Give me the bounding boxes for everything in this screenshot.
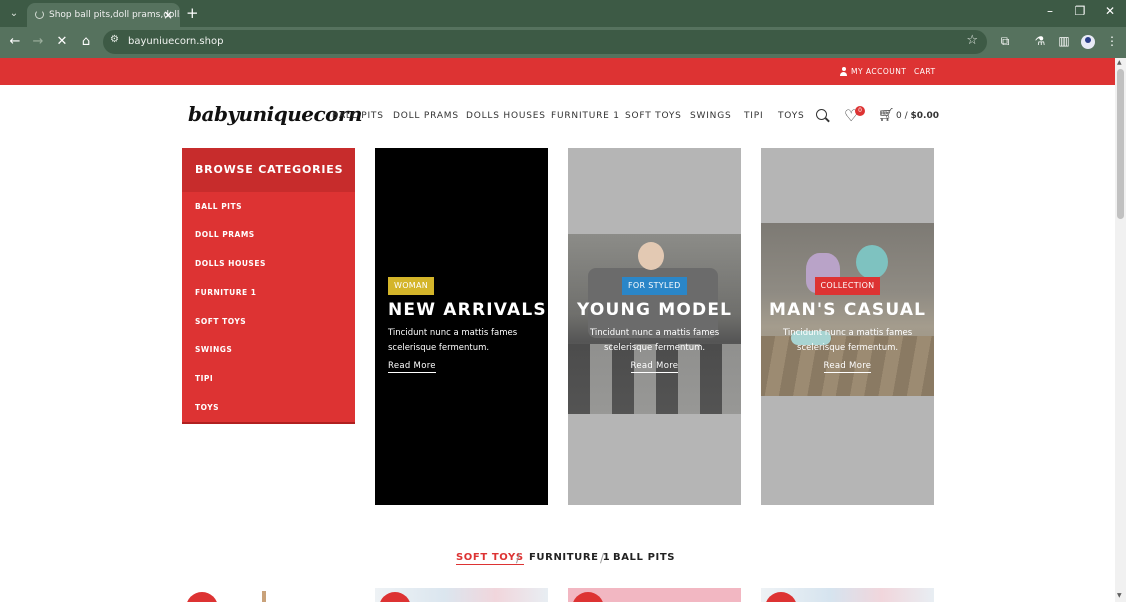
tab-separator: / bbox=[600, 551, 605, 565]
category-item-toys[interactable]: TOYS bbox=[195, 403, 219, 412]
new-tab-icon[interactable]: + bbox=[186, 4, 199, 22]
banner-title: NEW ARRIVALS bbox=[388, 300, 547, 320]
nav-item-doll-prams[interactable]: DOLL PRAMS bbox=[393, 111, 459, 121]
product-card[interactable] bbox=[761, 588, 934, 602]
browse-categories-panel: BROWSE CATEGORIES BALL PITS DOLL PRAMS D… bbox=[182, 148, 355, 424]
tab-title: Shop ball pits,doll prams,dolls h bbox=[49, 10, 180, 20]
scrollbar-thumb[interactable] bbox=[1117, 69, 1124, 219]
cart-summary[interactable]: 0 / $0.00 bbox=[896, 111, 939, 121]
banner-photo bbox=[568, 234, 741, 414]
cart-icon[interactable]: 🛒︎ bbox=[878, 108, 895, 123]
web-page: MY ACCOUNT CART babyuniquecorn BALL PITS… bbox=[0, 58, 1115, 602]
wishlist-count-badge: 0 bbox=[855, 106, 865, 116]
tab-search-icon[interactable]: ⌄ bbox=[6, 6, 22, 22]
sale-badge bbox=[379, 592, 411, 602]
tab-ball-pits[interactable]: BALL PITS bbox=[613, 552, 675, 563]
cart-count: 0 bbox=[896, 111, 902, 121]
banner-description: Tincidunt nunc a mattis fames scelerisqu… bbox=[388, 326, 517, 356]
nav-item-furniture-1[interactable]: FURNITURE 1 bbox=[551, 111, 620, 121]
banner-description: Tincidunt nunc a mattis fames scelerisqu… bbox=[590, 326, 719, 356]
nav-item-dolls-houses[interactable]: DOLLS HOUSES bbox=[466, 111, 546, 121]
banner-new-arrivals[interactable]: WOMAN NEW ARRIVALS Tincidunt nunc a matt… bbox=[375, 148, 548, 505]
banner-young-model[interactable]: FOR STYLED YOUNG MODEL Tincidunt nunc a … bbox=[568, 148, 741, 505]
nav-item-tipi[interactable]: TIPI bbox=[744, 111, 763, 121]
scroll-down-arrow-icon[interactable]: ▼ bbox=[1117, 592, 1122, 599]
tab-furniture-1[interactable]: FURNITURE 1 bbox=[529, 552, 610, 563]
banner-title: YOUNG MODEL bbox=[577, 300, 733, 320]
bookmark-star-icon[interactable]: ☆ bbox=[966, 33, 978, 48]
sale-badge bbox=[186, 592, 218, 602]
address-bar[interactable]: ⚙ bayuniuecorn.shop ☆ bbox=[103, 30, 987, 54]
nav-item-ball-pits[interactable]: BALL PITS bbox=[332, 111, 384, 121]
category-item-dolls-houses[interactable]: DOLLS HOUSES bbox=[195, 259, 266, 268]
banner-mans-casual[interactable]: COLLECTION MAN'S CASUAL Tincidunt nunc a… bbox=[761, 148, 934, 505]
banner-desc-line: Tincidunt nunc a mattis fames bbox=[388, 328, 518, 338]
minimize-icon[interactable]: – bbox=[1040, 4, 1060, 18]
banner-desc-line: scelerisque fermentum. bbox=[388, 343, 490, 353]
banner-title: MAN'S CASUAL bbox=[769, 300, 927, 320]
banner-tag: COLLECTION bbox=[814, 277, 881, 295]
banner-description: Tincidunt nunc a mattis fames scelerisqu… bbox=[783, 326, 912, 356]
search-icon[interactable] bbox=[816, 109, 827, 120]
banner-tag: WOMAN bbox=[388, 277, 435, 295]
browser-tab[interactable]: Shop ball pits,doll prams,dolls h × bbox=[27, 3, 180, 27]
photo-baby bbox=[638, 242, 664, 270]
read-more-link[interactable]: Read More bbox=[630, 361, 679, 373]
browser-tabstrip: ⌄ Shop ball pits,doll prams,dolls h × + … bbox=[0, 0, 1126, 27]
nav-item-soft-toys[interactable]: SOFT TOYS bbox=[625, 111, 682, 121]
extensions-icon[interactable]: ⧉ bbox=[996, 34, 1014, 49]
product-card[interactable] bbox=[568, 588, 741, 602]
forward-icon[interactable]: → bbox=[28, 32, 48, 52]
sale-badge bbox=[572, 592, 604, 602]
back-icon[interactable]: ← bbox=[5, 32, 25, 52]
cart-total: $0.00 bbox=[910, 111, 939, 121]
category-item-ball-pits[interactable]: BALL PITS bbox=[195, 202, 242, 211]
category-item-doll-prams[interactable]: DOLL PRAMS bbox=[195, 230, 255, 239]
category-item-tipi[interactable]: TIPI bbox=[195, 374, 213, 383]
category-item-swings[interactable]: SWINGS bbox=[195, 345, 232, 354]
site-info-icon[interactable]: ⚙ bbox=[110, 34, 119, 45]
nav-item-toys[interactable]: TOYS bbox=[778, 111, 805, 121]
restore-icon[interactable]: ❐ bbox=[1070, 4, 1090, 18]
banner-desc-line: Tincidunt nunc a mattis fames bbox=[590, 328, 720, 338]
banner-tag: FOR STYLED bbox=[622, 277, 687, 295]
read-more-link[interactable]: Read More bbox=[823, 361, 872, 373]
top-bar: MY ACCOUNT CART bbox=[0, 58, 1115, 85]
banner-desc-line: scelerisque fermentum. bbox=[604, 343, 706, 353]
page-scrollbar[interactable]: ▲ ▼ bbox=[1115, 58, 1126, 602]
url-text: bayuniuecorn.shop bbox=[128, 36, 224, 47]
category-item-soft-toys[interactable]: SOFT TOYS bbox=[195, 317, 246, 326]
menu-icon[interactable]: ⋮ bbox=[1103, 34, 1121, 48]
product-card[interactable] bbox=[182, 588, 355, 602]
cart-link[interactable]: CART bbox=[914, 58, 936, 86]
labs-icon[interactable]: ⚗ bbox=[1031, 34, 1049, 48]
tab-separator: / bbox=[516, 551, 521, 565]
profile-avatar-icon[interactable] bbox=[1081, 35, 1095, 49]
category-item-furniture-1[interactable]: FURNITURE 1 bbox=[195, 288, 257, 297]
scroll-up-arrow-icon[interactable]: ▲ bbox=[1117, 59, 1122, 66]
photo-toy bbox=[856, 245, 888, 279]
browse-categories-title: BROWSE CATEGORIES bbox=[182, 148, 355, 192]
user-icon bbox=[840, 67, 847, 76]
read-more-link[interactable]: Read More bbox=[388, 361, 436, 373]
product-card[interactable] bbox=[375, 588, 548, 602]
side-panel-icon[interactable]: ▥ bbox=[1055, 34, 1073, 48]
cart-separator: / bbox=[904, 111, 908, 121]
banner-desc-line: Tincidunt nunc a mattis fames bbox=[783, 328, 913, 338]
nav-item-swings[interactable]: SWINGS bbox=[690, 111, 732, 121]
sale-badge bbox=[765, 592, 797, 602]
product-image bbox=[262, 591, 266, 602]
loading-icon bbox=[35, 10, 44, 19]
close-window-icon[interactable]: ✕ bbox=[1100, 4, 1120, 18]
browser-toolbar: ← → ✕ ⌂ ⚙ bayuniuecorn.shop ☆ ⧉ ⚗ ▥ ⋮ bbox=[0, 27, 1126, 58]
banner-desc-line: scelerisque fermentum. bbox=[797, 343, 899, 353]
stop-loading-icon[interactable]: ✕ bbox=[52, 32, 72, 52]
home-icon[interactable]: ⌂ bbox=[76, 32, 96, 52]
tab-soft-toys[interactable]: SOFT TOYS bbox=[456, 552, 524, 565]
my-account-link[interactable]: MY ACCOUNT bbox=[851, 58, 907, 86]
close-tab-icon[interactable]: × bbox=[163, 3, 173, 27]
